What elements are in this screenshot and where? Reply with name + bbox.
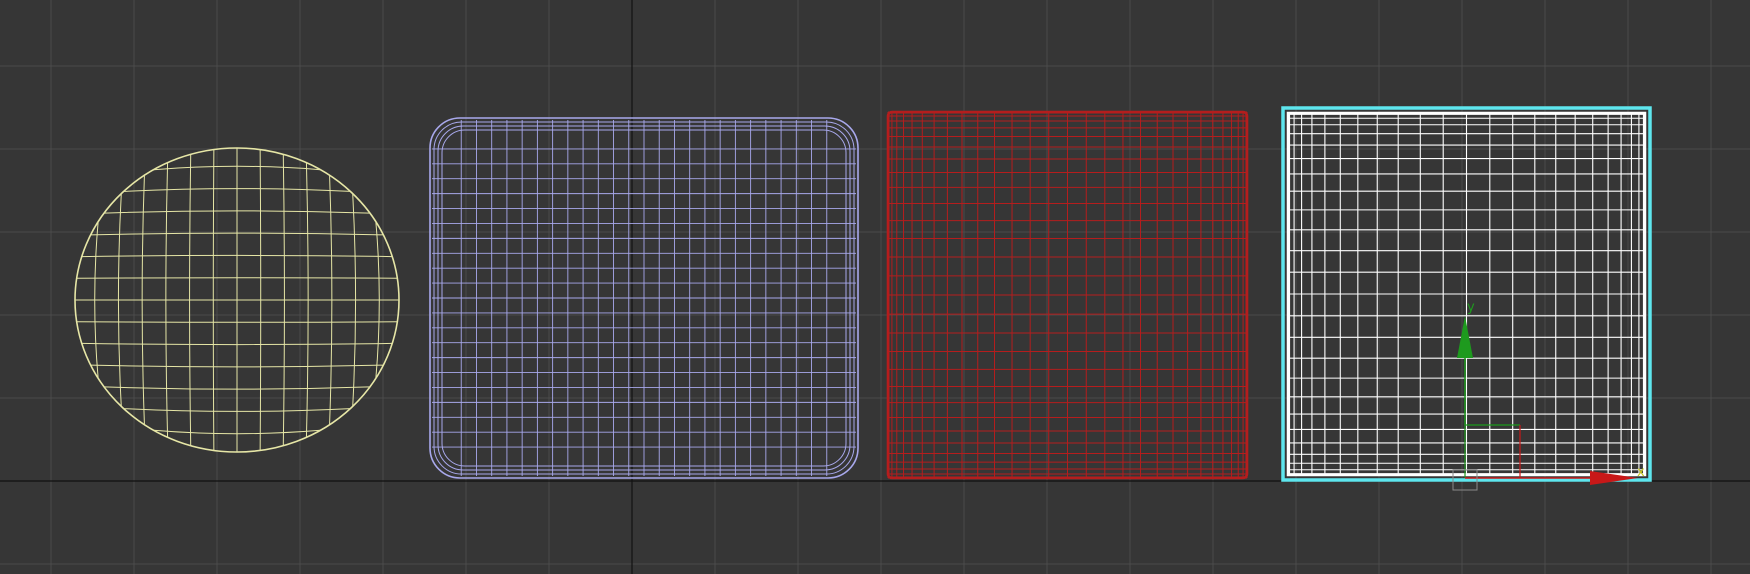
geosphere-object[interactable] xyxy=(74,147,400,453)
sphere-latitude xyxy=(76,321,398,323)
gizmo-x-label: x xyxy=(1637,465,1645,480)
selected-box-object[interactable] xyxy=(1281,106,1652,482)
viewport-front[interactable]: y x xyxy=(0,0,1750,574)
chamfer-box-object[interactable] xyxy=(429,117,859,479)
move-gizmo[interactable]: y x xyxy=(1452,300,1645,491)
viewport-canvas[interactable]: y x xyxy=(0,0,1750,574)
gizmo-y-label: y xyxy=(1467,300,1475,315)
world-axes xyxy=(0,0,1750,574)
red-box-object[interactable] xyxy=(886,110,1249,480)
viewport-grid xyxy=(0,0,1750,574)
sphere-longitude xyxy=(259,149,262,451)
gizmo-x-arrow-icon[interactable] xyxy=(1590,471,1638,485)
